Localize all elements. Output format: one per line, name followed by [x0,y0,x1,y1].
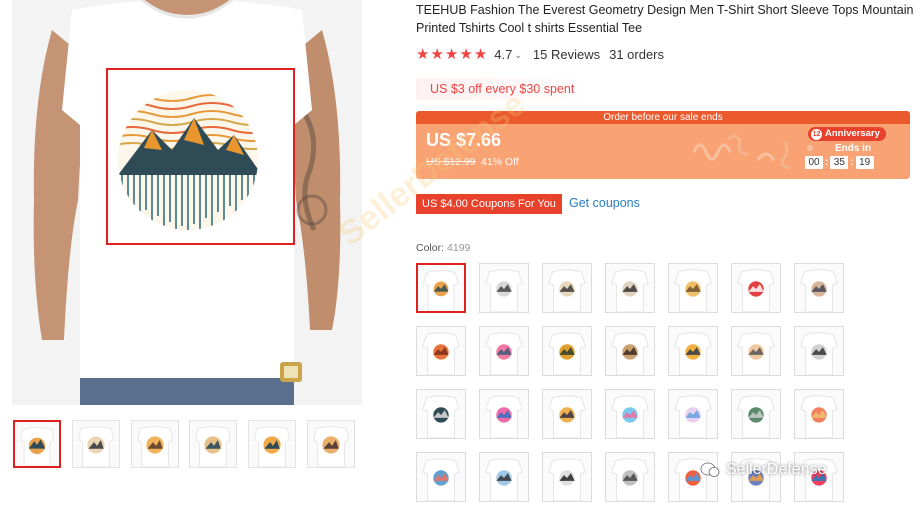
product-title: TEEHUB Fashion The Everest Geometry Desi… [416,3,914,35]
anniversary-badge: 12 Anniversary [808,127,886,141]
brand-watermark-text: SellerDefense [726,461,827,478]
reviews-link[interactable]: 15 Reviews [533,47,600,62]
shirt-icon [422,270,460,311]
thumbnail-2[interactable] [72,420,120,468]
color-swatch[interactable] [794,263,844,313]
design-highlight-box [106,68,295,245]
shirt-icon [674,395,712,438]
shirt-icon [800,269,838,312]
color-swatch[interactable] [668,389,718,439]
color-swatch[interactable] [605,452,655,502]
shirt-icon [422,395,460,438]
thumbnail-1[interactable] [13,420,61,468]
shirt-icon [548,395,586,438]
rating-row: ★ ★ ★ ★ ★ 4.7 ⌄ 15 Reviews 31 orders [416,45,664,63]
color-swatch[interactable] [731,389,781,439]
color-swatch[interactable] [542,263,592,313]
shirt-icon [737,332,775,375]
chat-bubble-icon [700,462,720,477]
shirt-icon [800,395,838,438]
color-swatch[interactable] [668,263,718,313]
sale-price: US $7.66 [426,130,502,150]
color-swatch[interactable] [479,326,529,376]
color-swatch[interactable] [542,452,592,502]
shirt-icon [611,395,649,438]
brand-watermark: SellerDefense [700,458,827,482]
shirt-icon [485,332,523,375]
star-icon: ★ [459,45,473,63]
coupon-tag[interactable]: US $4.00 Coupons For You [413,194,562,214]
original-price: US $12.99 [426,156,476,168]
color-swatch[interactable] [416,389,466,439]
star-icon: ★ [444,45,459,63]
get-coupons-link[interactable]: Get coupons [569,196,640,210]
countdown-timer: 00 : 35 : 19 [805,156,874,169]
star-icon: ★ [473,45,488,63]
shirt-icon [422,458,460,501]
timer-minutes: 35 [830,156,849,169]
color-swatch[interactable] [794,389,844,439]
color-swatch[interactable] [605,263,655,313]
shirt-icon [485,395,523,438]
star-icon: ★ [430,45,444,63]
color-swatch[interactable] [479,389,529,439]
shirt-icon [674,269,712,312]
color-swatch[interactable] [542,389,592,439]
color-swatch[interactable] [794,326,844,376]
timer-seconds: 19 [855,156,874,169]
shirt-icon [548,458,586,501]
shirt-icon [485,458,523,501]
sale-body: US $7.66 US $12.99 41% Off 12 Anniversar… [416,124,910,179]
shirt-icon [548,332,586,375]
shirt-icon [485,269,523,312]
orders-count: 31 orders [609,46,665,62]
star-icon: ★ [416,45,430,63]
shirt-icon [611,458,649,501]
color-swatch[interactable] [416,326,466,376]
shirt-icon [800,332,838,375]
timer-hours: 00 [805,156,823,169]
shirt-icon [548,269,586,312]
shirt-icon [674,332,712,375]
main-product-image[interactable] [12,0,362,405]
color-label: Color: 4199 [416,242,471,254]
ends-in-label: Ends in [834,143,872,154]
sale-header: Order before our sale ends [416,111,910,124]
color-swatch[interactable] [416,263,466,313]
color-swatch[interactable] [605,326,655,376]
shirt-icon [611,269,649,312]
shirt-icon [737,269,775,312]
store-promo[interactable]: US $3 off every $30 spent [416,78,589,100]
thumbnail-3[interactable] [131,420,179,468]
color-swatch[interactable] [731,263,781,313]
sale-panel: Order before our sale ends US $7.66 US $… [416,111,910,179]
shirt-icon [611,332,649,375]
color-swatch[interactable] [542,326,592,376]
thumbnail-4[interactable] [189,420,237,468]
color-swatch[interactable] [731,326,781,376]
anniversary-icon: 12 [811,128,822,140]
anniversary-label: Anniversary [825,128,880,139]
shirt-icon [737,395,775,438]
chevron-down-icon[interactable]: ⌄ [514,50,522,61]
color-swatch[interactable] [479,263,529,313]
color-swatch[interactable] [605,389,655,439]
color-swatch[interactable] [479,452,529,502]
rating-value[interactable]: 4.7 [494,47,512,62]
thumbnail-strip [13,420,363,468]
thumbnail-5[interactable] [248,420,296,468]
rating-stars: ★ ★ ★ ★ ★ [416,47,487,62]
thumbnail-6[interactable] [307,420,355,468]
shirt-icon [422,332,460,375]
color-swatch[interactable] [416,452,466,502]
discount-percent: 41% Off [481,156,519,168]
color-swatch[interactable] [668,326,718,376]
selected-color-value: 4199 [447,242,471,254]
